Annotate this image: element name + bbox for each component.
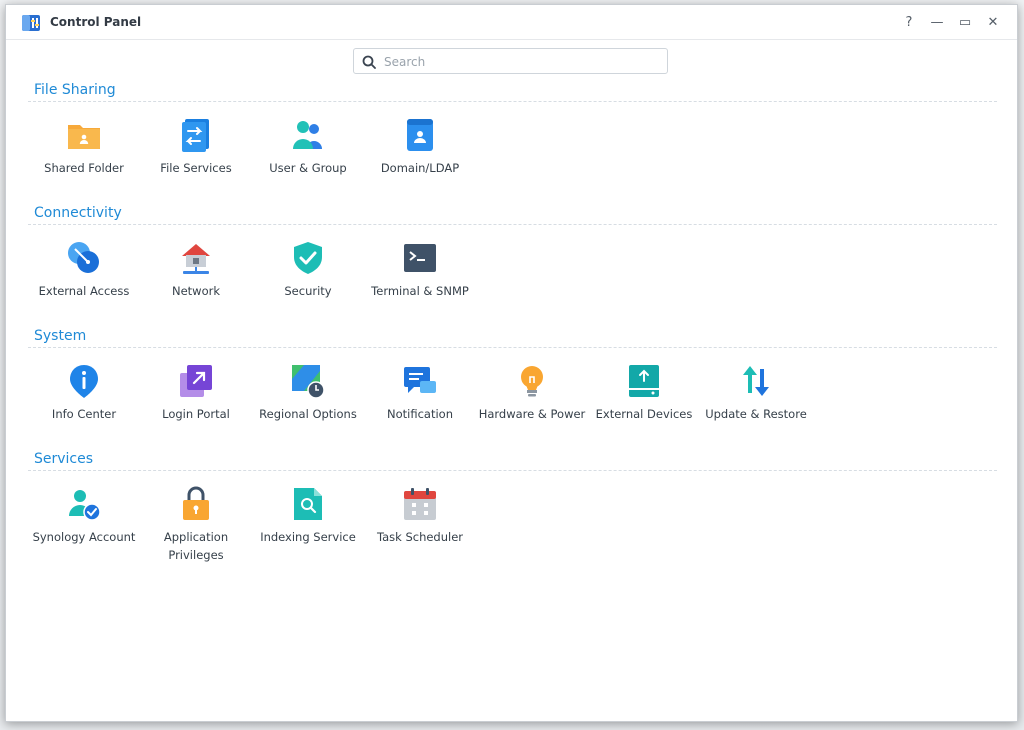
section-title: File Sharing [28, 81, 997, 102]
item-label: Shared Folder [44, 161, 124, 175]
maximize-button[interactable]: ▭ [955, 12, 975, 32]
notification-icon [404, 367, 436, 393]
section-connectivity: Connectivity External Access Network Sec… [28, 204, 997, 325]
item-label: External Access [38, 284, 130, 298]
security-shield-icon [294, 242, 322, 274]
item-label: User & Group [269, 161, 347, 175]
synology-account-icon [69, 490, 101, 521]
task-scheduler-item[interactable]: Task Scheduler [364, 471, 476, 571]
user-group-item[interactable]: User & Group [252, 102, 364, 202]
login-portal-icon [180, 365, 212, 397]
minimize-button[interactable]: — [927, 12, 947, 32]
item-label: Terminal & SNMP [371, 284, 469, 298]
task-scheduler-icon [404, 488, 436, 520]
network-item[interactable]: Network [140, 225, 252, 325]
notification-item[interactable]: Notification [364, 348, 476, 448]
hardware-power-icon [521, 366, 543, 397]
indexing-service-item[interactable]: Indexing Service [252, 471, 364, 571]
external-access-icon [68, 242, 99, 273]
item-label: External Devices [595, 407, 693, 421]
application-privileges-icon [183, 486, 209, 520]
item-label: Task Scheduler [376, 530, 464, 544]
indexing-service-icon [294, 488, 322, 520]
external-devices-item[interactable]: External Devices [588, 348, 700, 448]
regional-options-icon [292, 365, 325, 399]
domain-ldap-icon [407, 119, 433, 151]
shared-folder-icon [68, 125, 100, 149]
section-file-sharing: File Sharing Shared Folder File Services… [28, 81, 997, 202]
update-restore-icon [743, 366, 769, 396]
login-portal-item[interactable]: Login Portal [140, 348, 252, 448]
external-devices-icon [629, 365, 659, 397]
title-bar[interactable]: Control Panel ? — ▭ ✕ [6, 5, 1017, 40]
item-label: Login Portal [162, 407, 230, 421]
item-label: Application Privileges [163, 530, 229, 562]
control-panel-app-icon [22, 15, 40, 31]
item-label: Synology Account [32, 530, 136, 544]
item-label: Indexing Service [260, 530, 356, 544]
domain-ldap-item[interactable]: Domain/LDAP [364, 102, 476, 202]
synology-account-item[interactable]: Synology Account [28, 471, 140, 571]
shared-folder-item[interactable]: Shared Folder [28, 102, 140, 202]
close-button[interactable]: ✕ [983, 12, 1003, 32]
window-controls: ? — ▭ ✕ [899, 12, 1003, 32]
item-label: Notification [387, 407, 453, 421]
regional-options-item[interactable]: Regional Options [252, 348, 364, 448]
item-label: Hardware & Power [478, 407, 586, 421]
section-title: System [28, 327, 997, 348]
update-restore-item[interactable]: Update & Restore [700, 348, 812, 448]
hardware-power-item[interactable]: Hardware & Power [476, 348, 588, 448]
search-input[interactable] [382, 52, 661, 72]
help-button[interactable]: ? [899, 12, 919, 32]
terminal-snmp-item[interactable]: Terminal & SNMP [364, 225, 476, 325]
network-icon [182, 244, 210, 274]
search-icon [362, 55, 376, 69]
application-privileges-item[interactable]: Application Privileges [140, 471, 252, 571]
file-services-icon [182, 119, 209, 152]
section-services: Services Synology Account Application Pr… [28, 450, 997, 571]
item-label: Network [171, 284, 221, 298]
item-label: File Services [160, 161, 232, 175]
item-label: Info Center [51, 407, 117, 421]
control-panel-window: Control Panel ? — ▭ ✕ File Sharing [5, 4, 1018, 722]
item-label: Regional Options [259, 407, 357, 421]
section-title: Connectivity [28, 204, 997, 225]
section-title: Services [28, 450, 997, 471]
search-box[interactable] [353, 48, 668, 74]
item-label: Domain/LDAP [380, 161, 460, 175]
section-system: System Info Center Login Portal Regional… [28, 327, 997, 448]
info-center-item[interactable]: Info Center [28, 348, 140, 448]
terminal-icon [404, 244, 436, 272]
item-label: Security [284, 284, 332, 298]
info-center-icon [70, 365, 98, 398]
security-item[interactable]: Security [252, 225, 364, 325]
external-access-item[interactable]: External Access [28, 225, 140, 325]
window-title: Control Panel [50, 15, 142, 29]
user-group-icon [293, 121, 322, 149]
file-services-item[interactable]: File Services [140, 102, 252, 202]
item-label: Update & Restore [705, 407, 807, 421]
